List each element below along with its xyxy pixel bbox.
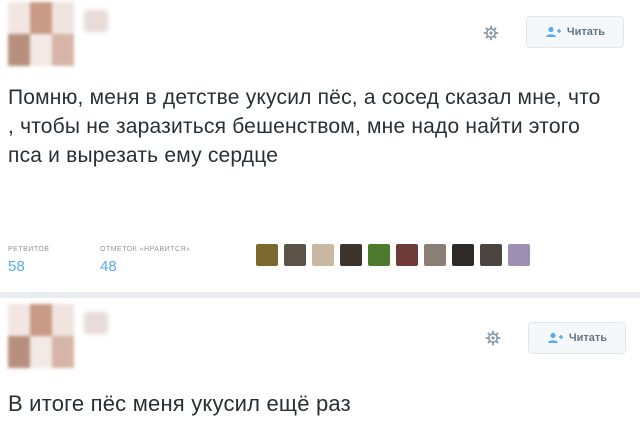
- likes-label: ОТМЕТОК «НРАВИТСЯ»: [100, 246, 191, 253]
- tweet-text: Помню, меня в детстве укусил пёс, а сосе…: [8, 86, 601, 167]
- liker-avatar[interactable]: [284, 244, 306, 266]
- tweet-text: В итоге пёс меня укусил ещё раз: [8, 391, 351, 416]
- liker-avatar[interactable]: [424, 244, 446, 266]
- follow-label: Читать: [568, 332, 608, 344]
- liker-avatar[interactable]: [256, 244, 278, 266]
- add-user-icon: [545, 26, 561, 38]
- liker-avatar[interactable]: [368, 244, 390, 266]
- likes-count[interactable]: 48: [100, 258, 117, 275]
- liker-avatar[interactable]: [480, 244, 502, 266]
- retweets-count[interactable]: 58: [8, 258, 25, 275]
- liker-avatar[interactable]: [396, 244, 418, 266]
- follow-button[interactable]: Читать: [528, 322, 626, 354]
- gear-icon: [485, 330, 501, 346]
- add-user-icon: [547, 332, 563, 344]
- tweet-card: Читать Помню, меня в детстве укусил пёс,…: [0, 0, 640, 292]
- liker-avatar[interactable]: [452, 244, 474, 266]
- gear-icon: [483, 25, 499, 41]
- author-name-blurred[interactable]: [84, 312, 108, 334]
- author-name-blurred[interactable]: [84, 10, 108, 32]
- settings-button[interactable]: [482, 327, 504, 349]
- settings-button[interactable]: [480, 22, 502, 44]
- follow-button[interactable]: Читать: [526, 16, 624, 48]
- avatar[interactable]: [8, 2, 74, 66]
- liker-avatar[interactable]: [340, 244, 362, 266]
- follow-label: Читать: [566, 26, 606, 38]
- liker-avatars: [256, 244, 530, 266]
- tweet-card: Читать В итоге пёс меня укусил ещё раз: [0, 298, 640, 430]
- liker-avatar[interactable]: [312, 244, 334, 266]
- avatar[interactable]: [8, 304, 74, 368]
- liker-avatar[interactable]: [508, 244, 530, 266]
- retweets-label: РЕТВИТОВ: [8, 246, 50, 253]
